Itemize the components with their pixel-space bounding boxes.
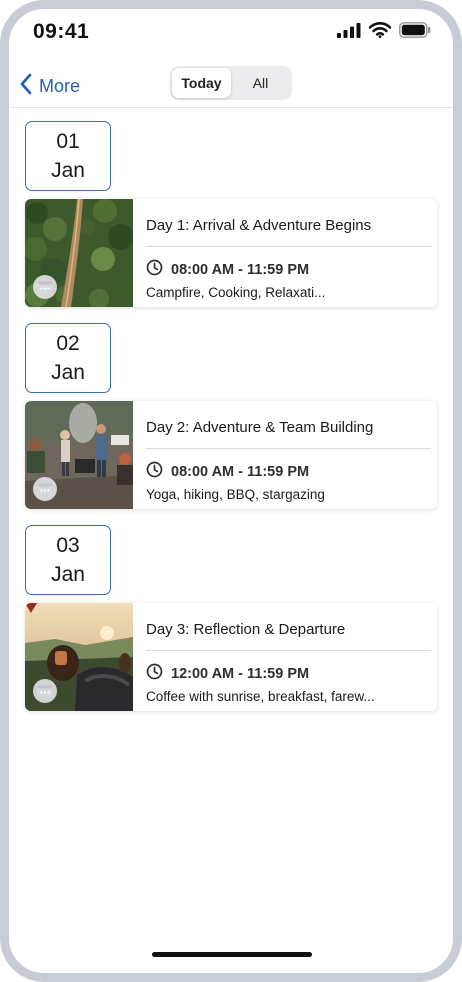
back-button[interactable]: More [19,71,80,101]
event-time-row: 08:00 AM - 11:59 PM [146,461,309,483]
event-thumbnail [25,401,133,509]
event-card[interactable]: Day 3: Reflection & Departure 12:00 AM -… [25,603,437,711]
divider [146,650,431,651]
divider [146,448,431,449]
home-indicator[interactable] [152,952,312,957]
event-thumbnail [25,199,133,307]
event-thumbnail [25,603,133,711]
status-time: 09:41 [33,20,90,43]
date-month: Jan [51,361,85,384]
event-details: Day 2: Adventure & Team Building 08:00 A… [146,401,431,509]
clock-icon [146,461,163,483]
segment-today[interactable]: Today [172,68,231,98]
event-time: 08:00 AM - 11:59 PM [171,262,310,278]
date-day: 01 [56,130,80,153]
status-icons [337,22,431,43]
wifi-icon [368,22,392,43]
event-time-row: 08:00 AM - 11:59 PM [146,259,309,281]
date-day: 02 [56,332,80,355]
cellular-signal-icon [337,22,361,43]
event-title: Day 1: Arrival & Adventure Begins [146,217,372,234]
date-badge: 03 Jan [25,525,111,595]
event-title: Day 2: Adventure & Team Building [146,419,374,436]
date-badge: 02 Jan [25,323,111,393]
chevron-left-icon [19,73,33,100]
segment-all[interactable]: All [231,68,290,98]
itinerary-list: 01 Jan Day 1: Arrival & Adventure Begins… [25,113,439,719]
event-time: 08:00 AM - 11:59 PM [171,464,310,480]
event-time-row: 12:00 AM - 11:59 PM [146,663,309,685]
screen: 09:41 More Today All 01 Jan Day 1: Arriv… [9,9,453,973]
divider [146,246,431,247]
image-gallery-icon [33,679,57,703]
battery-icon [399,22,431,43]
navigation-bar: More Today All [9,65,453,108]
event-details: Day 1: Arrival & Adventure Begins 08:00 … [146,199,431,307]
event-details: Day 3: Reflection & Departure 12:00 AM -… [146,603,431,711]
event-title: Day 3: Reflection & Departure [146,621,346,638]
day-section: 03 Jan Day 3: Reflection & Departure 12:… [25,517,439,719]
event-description: Coffee with sunrise, breakfast, farew... [146,689,375,704]
image-gallery-icon [33,275,57,299]
day-section: 02 Jan Day 2: Adventure & Team Building … [25,315,439,517]
date-month: Jan [51,563,85,586]
day-section: 01 Jan Day 1: Arrival & Adventure Begins… [25,113,439,315]
phone-frame: 09:41 More Today All 01 Jan Day 1: Arriv… [0,0,462,982]
event-time: 12:00 AM - 11:59 PM [171,666,310,682]
clock-icon [146,259,163,281]
status-bar: 09:41 [9,9,453,57]
date-month: Jan [51,159,85,182]
event-description: Campfire, Cooking, Relaxati... [146,285,326,300]
date-badge: 01 Jan [25,121,111,191]
clock-icon [146,663,163,685]
event-description: Yoga, hiking, BBQ, stargazing [146,487,325,502]
event-card[interactable]: Day 2: Adventure & Team Building 08:00 A… [25,401,437,509]
back-label: More [39,75,81,96]
date-day: 03 [56,534,80,557]
segmented-control: Today All [170,66,292,100]
image-gallery-icon [33,477,57,501]
event-card[interactable]: Day 1: Arrival & Adventure Begins 08:00 … [25,199,437,307]
